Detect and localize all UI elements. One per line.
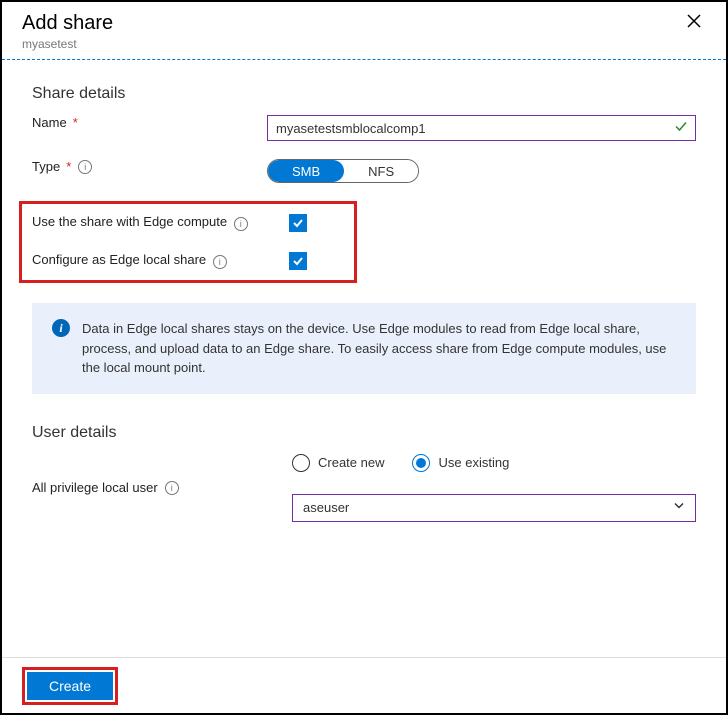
panel-subtitle: myasetest [22, 37, 113, 51]
required-asterisk: * [66, 159, 71, 174]
chevron-down-icon [672, 498, 686, 517]
close-icon [686, 12, 702, 34]
info-icon[interactable]: i [234, 217, 248, 231]
name-label: Name [32, 115, 67, 130]
edge-compute-row: Use the share with Edge compute i [32, 214, 354, 232]
name-input[interactable] [267, 115, 696, 141]
create-button[interactable]: Create [27, 672, 113, 700]
type-field-row: Type * i SMB NFS [32, 159, 696, 183]
radio-circle-icon [292, 454, 310, 472]
edge-local-row: Configure as Edge local share i [32, 252, 354, 270]
info-panel: i Data in Edge local shares stays on the… [32, 303, 696, 394]
type-option-smb[interactable]: SMB [268, 160, 344, 182]
name-field-row: Name * [32, 115, 696, 141]
type-label: Type [32, 159, 60, 174]
edge-compute-checkbox[interactable] [289, 214, 307, 232]
edge-compute-label: Use the share with Edge compute [32, 214, 227, 229]
edge-local-checkbox[interactable] [289, 252, 307, 270]
user-select-value: aseuser [303, 500, 349, 515]
panel-footer: Create [2, 657, 726, 713]
user-select[interactable]: aseuser [292, 494, 696, 522]
info-icon[interactable]: i [165, 481, 179, 495]
edge-local-label: Configure as Edge local share [32, 252, 206, 267]
radio-use-existing[interactable]: Use existing [412, 454, 509, 472]
type-toggle: SMB NFS [267, 159, 419, 183]
panel-title: Add share [22, 12, 113, 35]
panel-header: Add share myasetest [2, 2, 726, 60]
create-button-highlight: Create [22, 667, 118, 705]
radio-create-new[interactable]: Create new [292, 454, 384, 472]
close-button[interactable] [682, 12, 706, 35]
type-option-nfs[interactable]: NFS [344, 160, 418, 182]
share-details-heading: Share details [32, 85, 696, 103]
info-icon[interactable]: i [213, 255, 227, 269]
user-radio-group: Create new Use existing [292, 454, 696, 472]
user-details-heading: User details [32, 424, 696, 442]
info-panel-text: Data in Edge local shares stays on the d… [82, 319, 676, 378]
required-asterisk: * [73, 115, 78, 130]
privilege-label: All privilege local user [32, 480, 158, 495]
edge-options-highlight: Use the share with Edge compute i Config… [19, 201, 357, 283]
radio-circle-icon [412, 454, 430, 472]
info-icon[interactable]: i [78, 160, 92, 174]
radio-create-new-label: Create new [318, 455, 384, 470]
radio-use-existing-label: Use existing [438, 455, 509, 470]
valid-check-icon [674, 120, 688, 137]
privilege-row: All privilege local user i Create new Us… [32, 454, 696, 522]
info-panel-icon: i [52, 319, 70, 337]
panel-content: Share details Name * Type * i SMB NFS [2, 60, 726, 651]
